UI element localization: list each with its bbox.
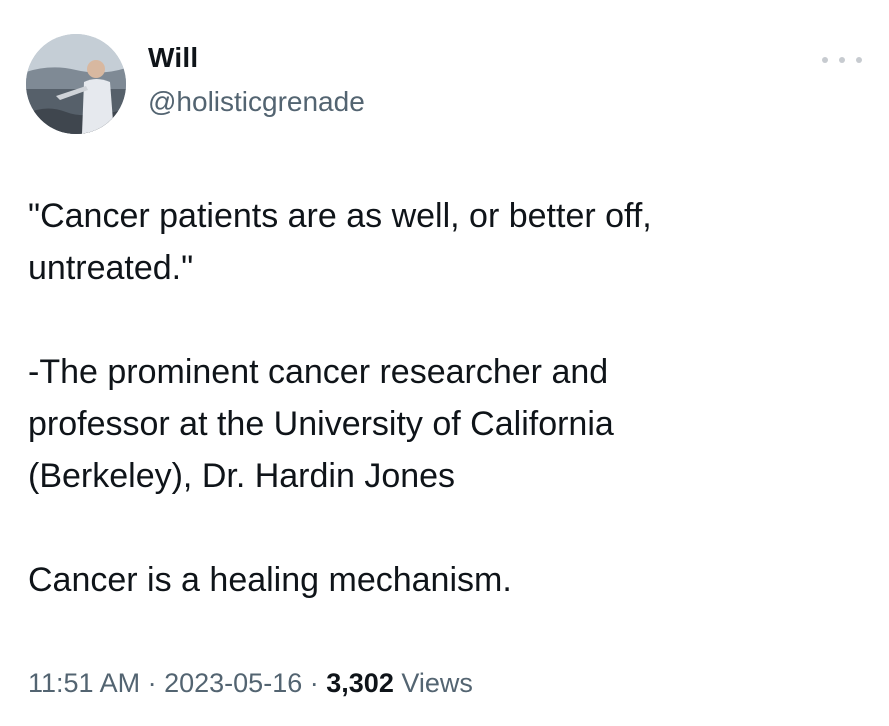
tweet-text-line: Cancer is a healing mechanism. [28, 561, 512, 599]
tweet-meta: 11:51 AM · 2023-05-16 · 3,302 Views [28, 668, 473, 699]
tweet-date[interactable]: 2023-05-16 [164, 668, 302, 698]
more-dot [856, 57, 862, 63]
display-name[interactable]: Will [148, 42, 198, 74]
avatar[interactable] [26, 34, 126, 134]
more-options-icon[interactable] [822, 48, 862, 72]
tweet-text-line: (Berkeley), Dr. Hardin Jones [28, 457, 456, 495]
views-label: Views [401, 668, 473, 698]
meta-separator: · [309, 668, 319, 698]
profile-photo-icon [26, 34, 126, 134]
tweet-text-line: -The prominent cancer researcher and [28, 353, 609, 391]
tweet-text-line: professor at the University of Californi… [28, 405, 614, 443]
meta-separator: · [147, 668, 157, 698]
more-dot [822, 57, 828, 63]
tweet-time[interactable]: 11:51 AM [28, 668, 140, 698]
tweet-card: Will @holisticgrenade "Cancer patients a… [0, 0, 889, 726]
tweet-text-line: untreated." [28, 249, 194, 287]
more-dot [839, 57, 845, 63]
user-handle[interactable]: @holisticgrenade [148, 86, 365, 118]
tweet-text: "Cancer patients are as well, or better … [28, 190, 858, 606]
tweet-text-line: "Cancer patients are as well, or better … [28, 197, 652, 235]
views-count[interactable]: 3,302 [326, 668, 394, 698]
